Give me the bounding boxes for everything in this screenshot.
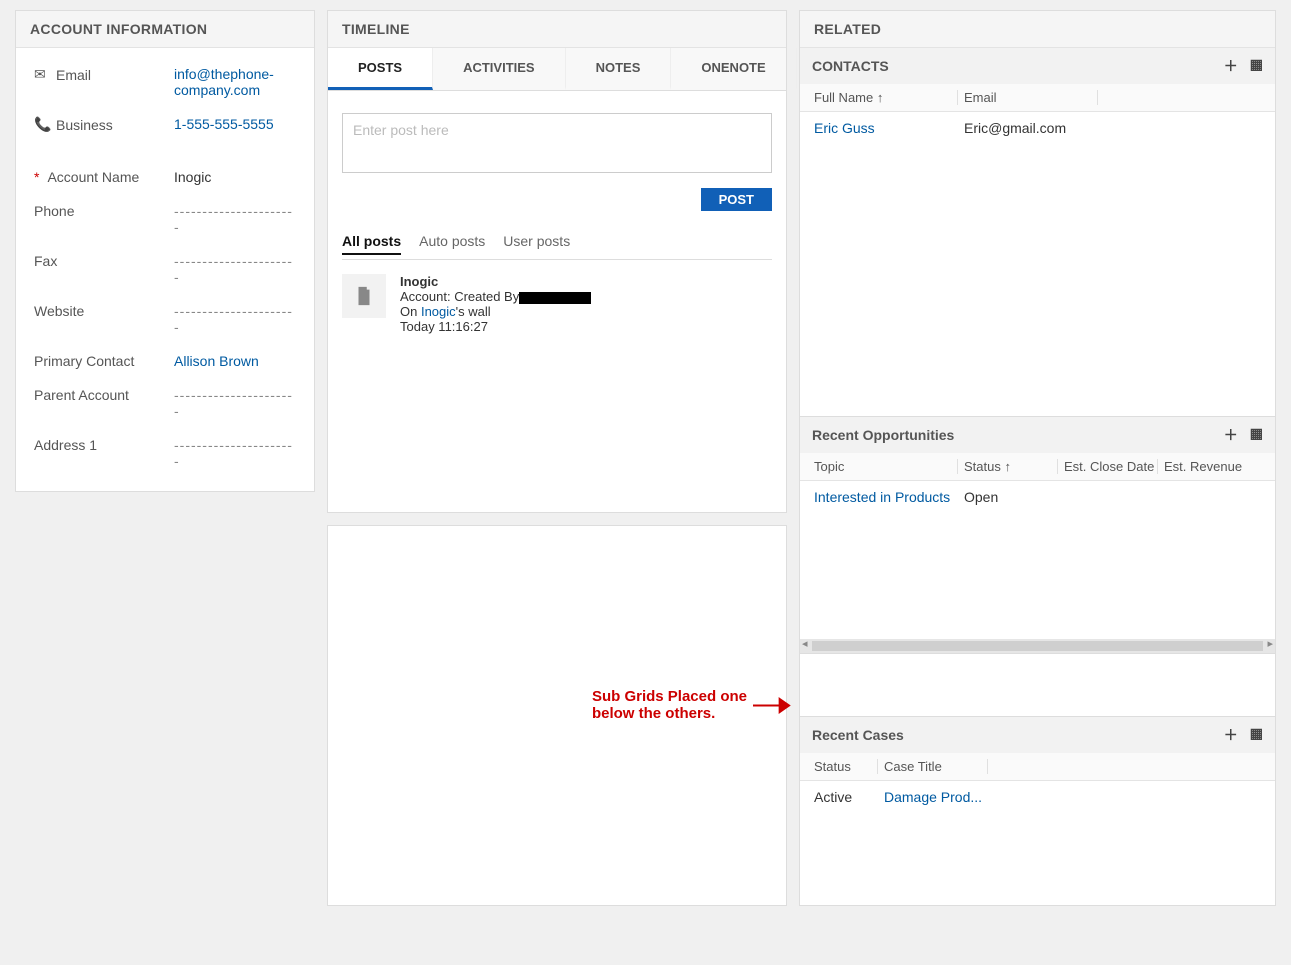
primary-contact-label: Primary Contact [34,353,174,369]
post-line3: Today 11:16:27 [400,319,591,334]
opp-status: Open [958,489,1058,505]
opp-topic[interactable]: Interested in Products [814,489,950,505]
contacts-title: CONTACTS [812,58,889,74]
opps-col-ecd[interactable]: Est. Close Date [1058,459,1158,474]
cases-grid-icon[interactable]: ▦ [1250,725,1263,745]
post-button[interactable]: POST [701,188,772,211]
contacts-subgrid: CONTACTS ＋ ▦ Full Name ↑ Email Eric Guss [800,48,1275,404]
email-label: Email [56,67,91,83]
opps-col-status[interactable]: Status ↑ [958,459,1058,474]
tab-activities[interactable]: ACTIVITIES [433,48,566,90]
opportunities-subgrid: Recent Opportunities ＋ ▦ Topic Status ↑ … [800,416,1275,654]
redacted-name [519,292,591,304]
contact-name[interactable]: Eric Guss [814,120,875,136]
fax-value[interactable]: ---------------------- [174,253,298,285]
opps-col-topic[interactable]: Topic [808,459,958,474]
post-line1: Account: Created By [400,289,591,304]
opps-title: Recent Opportunities [812,427,954,443]
phone-icon: 📞 [34,116,50,133]
filter-user-posts[interactable]: User posts [503,233,570,255]
post-line2: On Inogic's wall [400,304,591,319]
case-status: Active [808,789,878,805]
address-label: Address 1 [34,437,174,453]
tab-onenote[interactable]: ONENOTE [671,48,796,90]
tab-posts[interactable]: POSTS [328,48,433,90]
contacts-add-icon[interactable]: ＋ [1224,56,1238,76]
website-value[interactable]: ---------------------- [174,303,298,335]
contacts-col-name[interactable]: Full Name ↑ [808,90,958,105]
parent-account-label: Parent Account [34,387,174,403]
cases-title: Recent Cases [812,727,904,743]
parent-account-value[interactable]: ---------------------- [174,387,298,419]
timeline-header: TIMELINE [328,11,786,48]
post-wall-link[interactable]: Inogic [421,304,456,319]
filter-all-posts[interactable]: All posts [342,233,401,255]
post-title: Inogic [400,274,591,289]
opps-grid-icon[interactable]: ▦ [1250,425,1263,445]
opps-row[interactable]: Interested in Products Open [800,481,1275,513]
contact-email: Eric@gmail.com [958,120,1158,136]
timeline-panel: TIMELINE POSTS ACTIVITIES NOTES ONENOTE … [327,10,787,513]
contacts-grid-icon[interactable]: ▦ [1250,56,1263,76]
business-value[interactable]: 1-555-555-5555 [174,116,274,132]
case-title[interactable]: Damage Prod... [884,789,982,805]
tab-notes[interactable]: NOTES [566,48,672,90]
address-value[interactable]: ---------------------- [174,437,298,469]
cases-col-title[interactable]: Case Title [878,759,988,774]
opps-col-erev[interactable]: Est. Revenue [1158,459,1267,474]
post-input[interactable] [342,113,772,173]
contacts-col-email[interactable]: Email [958,90,1098,105]
phone-value[interactable]: ---------------------- [174,203,298,235]
email-value[interactable]: info@thephone-company.com [174,66,274,98]
cases-add-icon[interactable]: ＋ [1224,725,1238,745]
annotation-text: Sub Grids Placed one below the others. [592,688,747,722]
contacts-row[interactable]: Eric Guss Eric@gmail.com [800,112,1275,144]
related-panel: RELATED CONTACTS ＋ ▦ Full Name ↑ Email [799,10,1276,906]
account-name-value[interactable]: Inogic [174,169,298,185]
post-entry: Inogic Account: Created By On Inogic's w… [342,274,772,334]
cases-row[interactable]: Active Damage Prod... [800,781,1275,813]
account-name-label: Account Name [34,169,174,185]
timeline-tabs: POSTS ACTIVITIES NOTES ONENOTE [328,48,786,91]
annotation-arrow-icon [753,696,791,714]
fax-label: Fax [34,253,174,269]
cases-subgrid: Recent Cases ＋ ▦ Status Case Title Activ… [800,716,1275,893]
opps-scrollbar[interactable] [800,639,1275,653]
business-label: Business [56,117,113,133]
post-entity-icon [342,274,386,318]
email-icon: ✉ [34,66,50,83]
related-header: RELATED [800,11,1275,48]
account-information-panel: ACCOUNT INFORMATION ✉ Email info@thephone… [15,10,315,492]
website-label: Website [34,303,174,319]
opps-add-icon[interactable]: ＋ [1224,425,1238,445]
account-info-header: ACCOUNT INFORMATION [16,11,314,48]
cases-col-status[interactable]: Status [808,759,878,774]
primary-contact-value[interactable]: Allison Brown [174,353,259,369]
phone-label: Phone [34,203,174,219]
filter-auto-posts[interactable]: Auto posts [419,233,485,255]
